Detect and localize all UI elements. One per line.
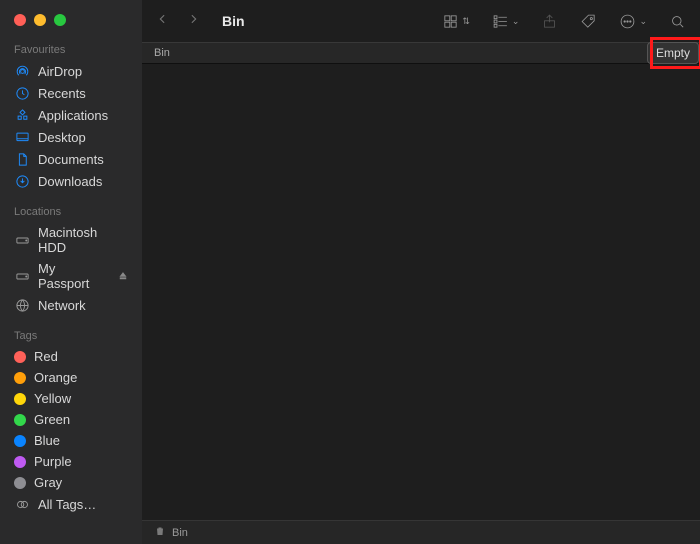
tag-dot-icon [14, 393, 26, 405]
network-icon [14, 297, 30, 313]
group-button[interactable]: ⌄ [492, 13, 520, 30]
airdrop-icon [14, 63, 30, 79]
finder-window: Favourites AirDrop Recents Applications … [0, 0, 700, 544]
applications-icon [14, 107, 30, 123]
sidebar-item-label: My Passport [38, 261, 110, 291]
sidebar-tag-purple[interactable]: Purple [0, 451, 142, 472]
tags-header: Tags [0, 326, 142, 346]
back-button[interactable] [156, 11, 169, 32]
sidebar-item-label: Purple [34, 454, 72, 469]
tag-icon [580, 13, 597, 30]
downloads-icon [14, 173, 30, 189]
chevron-down-icon: ⌄ [639, 16, 647, 27]
sidebar-tag-yellow[interactable]: Yellow [0, 388, 142, 409]
path-location[interactable]: Bin [172, 527, 188, 539]
close-button[interactable] [14, 14, 26, 26]
sidebar-item-network[interactable]: Network [0, 294, 142, 316]
main-area: Bin ⇅ ⌄ ⌄ [142, 0, 700, 544]
sidebar-tag-gray[interactable]: Gray [0, 472, 142, 493]
sidebar-item-label: AirDrop [38, 64, 82, 79]
group-icon [492, 13, 509, 30]
minimize-button[interactable] [34, 14, 46, 26]
sidebar-item-label: Macintosh HDD [38, 225, 128, 255]
tag-dot-icon [14, 372, 26, 384]
sidebar-item-airdrop[interactable]: AirDrop [0, 60, 142, 82]
document-icon [14, 151, 30, 167]
zoom-button[interactable] [54, 14, 66, 26]
locations-header: Locations [0, 202, 142, 222]
clock-icon [14, 85, 30, 101]
nav-controls [156, 11, 200, 32]
sidebar-item-label: Red [34, 349, 58, 364]
sidebar-item-label: Recents [38, 86, 86, 101]
sidebar-item-macintosh-hdd[interactable]: Macintosh HDD [0, 222, 142, 258]
forward-button[interactable] [187, 11, 200, 32]
sidebar-item-label: Downloads [38, 174, 102, 189]
sidebar-item-my-passport[interactable]: My Passport [0, 258, 142, 294]
path-bar: Bin [142, 520, 700, 544]
sidebar-tag-blue[interactable]: Blue [0, 430, 142, 451]
sidebar-item-label: Applications [38, 108, 108, 123]
empty-bin-button[interactable]: Empty [647, 42, 699, 64]
column-header-row: Bin Empty [142, 42, 700, 64]
sidebar-all-tags[interactable]: All Tags… [0, 493, 142, 515]
sidebar-item-label: Blue [34, 433, 60, 448]
sidebar-item-label: Orange [34, 370, 77, 385]
tags-button[interactable] [580, 13, 597, 30]
search-button[interactable] [669, 13, 686, 30]
grid-icon [442, 13, 459, 30]
tag-dot-icon [14, 351, 26, 363]
sidebar: Favourites AirDrop Recents Applications … [0, 0, 142, 544]
sidebar-item-label: All Tags… [38, 497, 96, 512]
share-icon [541, 13, 558, 30]
updown-icon: ⇅ [462, 16, 470, 27]
view-options-button[interactable]: ⇅ [442, 13, 470, 30]
external-drive-icon [14, 268, 30, 284]
sidebar-item-label: Network [38, 298, 86, 313]
tag-dot-icon [14, 414, 26, 426]
sidebar-item-label: Green [34, 412, 70, 427]
file-list-area[interactable] [142, 64, 700, 520]
sidebar-tag-green[interactable]: Green [0, 409, 142, 430]
hdd-icon [14, 232, 30, 248]
sidebar-item-recents[interactable]: Recents [0, 82, 142, 104]
tag-dot-icon [14, 456, 26, 468]
search-icon [669, 13, 686, 30]
column-header[interactable]: Bin [154, 47, 170, 59]
chevron-down-icon: ⌄ [512, 16, 520, 27]
sidebar-item-applications[interactable]: Applications [0, 104, 142, 126]
eject-icon[interactable] [118, 269, 128, 284]
sidebar-tag-orange[interactable]: Orange [0, 367, 142, 388]
window-title: Bin [222, 13, 245, 29]
sidebar-item-label: Desktop [38, 130, 86, 145]
tag-dot-icon [14, 477, 26, 489]
ellipsis-circle-icon [619, 13, 636, 30]
sidebar-item-label: Gray [34, 475, 62, 490]
window-controls [0, 10, 142, 40]
action-menu-button[interactable]: ⌄ [619, 13, 647, 30]
sidebar-item-desktop[interactable]: Desktop [0, 126, 142, 148]
sidebar-item-documents[interactable]: Documents [0, 148, 142, 170]
trash-icon [154, 525, 166, 540]
empty-bin-label: Empty [656, 46, 690, 60]
sidebar-tag-red[interactable]: Red [0, 346, 142, 367]
all-tags-icon [14, 496, 30, 512]
sidebar-item-downloads[interactable]: Downloads [0, 170, 142, 192]
desktop-icon [14, 129, 30, 145]
sidebar-item-label: Documents [38, 152, 104, 167]
share-button[interactable] [541, 13, 558, 30]
toolbar-actions: ⇅ ⌄ ⌄ [442, 13, 686, 30]
sidebar-item-label: Yellow [34, 391, 71, 406]
favourites-header: Favourites [0, 40, 142, 60]
toolbar: Bin ⇅ ⌄ ⌄ [142, 0, 700, 42]
tag-dot-icon [14, 435, 26, 447]
